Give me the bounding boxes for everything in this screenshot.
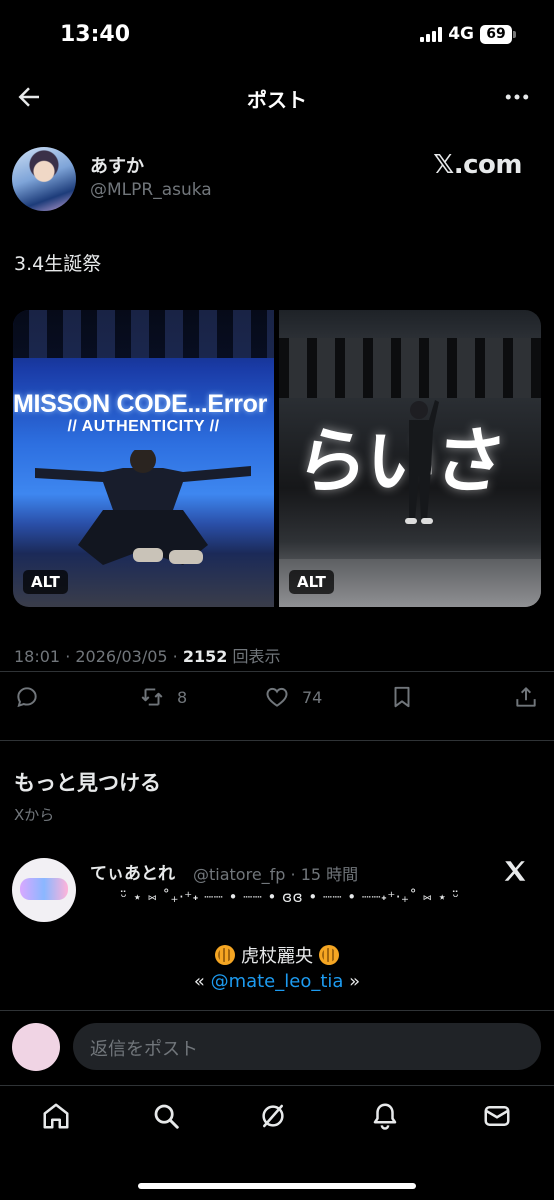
bookmark-button[interactable]	[389, 684, 415, 710]
alt-badge-1[interactable]: ALT	[23, 570, 68, 594]
post-media: MISSON CODE...Error // AUTHENTICITY // A…	[13, 310, 541, 607]
discover-subtitle: Xから	[14, 806, 55, 824]
x-logo-icon	[504, 861, 526, 881]
status-time: 13:40	[60, 22, 131, 47]
author-handle[interactable]: @MLPR_asuka	[90, 180, 212, 200]
search-icon[interactable]	[151, 1101, 181, 1131]
person-standing-figure	[405, 400, 439, 524]
repost-icon	[141, 688, 163, 706]
status-right: 4G 69	[420, 24, 516, 44]
home-icon[interactable]	[41, 1101, 71, 1131]
like-button[interactable]: 74	[264, 684, 322, 710]
network-type: 4G	[448, 24, 474, 44]
notifications-bell-icon[interactable]	[370, 1101, 400, 1131]
page-title: ポスト	[247, 88, 307, 112]
view-count: 2152	[182, 647, 228, 666]
repost-count: 8	[177, 687, 188, 707]
post-actions: 8 74	[0, 684, 554, 720]
reply-icon	[17, 687, 37, 708]
tiger-emoji-icon	[215, 945, 236, 965]
tiger-emoji-icon	[318, 945, 339, 965]
recommended-line-1: 虎杖麗央	[0, 942, 554, 968]
like-count: 74	[302, 687, 323, 707]
alt-badge-2[interactable]: ALT	[289, 570, 334, 594]
top-header: ポスト	[0, 70, 554, 126]
author-name[interactable]: あすか	[90, 152, 144, 178]
recommended-line-2: « @mate_leo_tia »	[0, 971, 554, 992]
recommended-avatar[interactable]	[12, 858, 76, 922]
post-photo-2[interactable]: らいさ ALT	[279, 310, 541, 607]
x-com-watermark: 𝕏.com	[433, 150, 522, 180]
bracket-open: «	[193, 971, 211, 992]
divider	[0, 671, 554, 672]
status-bar: 13:40 4G 69	[0, 0, 554, 70]
person-sitting-figure	[35, 450, 251, 565]
my-avatar	[12, 1023, 60, 1071]
photo-banner-title: MISSON CODE...Error	[13, 390, 268, 418]
post-text: 3.4生誕祭	[14, 253, 102, 275]
photo-banner-subtitle: // AUTHENTICITY //	[67, 418, 220, 435]
view-label: 回表示	[227, 647, 281, 666]
grok-icon[interactable]	[258, 1101, 288, 1131]
messages-icon[interactable]	[482, 1101, 512, 1131]
mention-link[interactable]: @mate_leo_tia	[211, 971, 344, 992]
recommended-author-name[interactable]: てぃあとれ	[90, 859, 175, 884]
reply-input[interactable]: 返信をポスト	[73, 1023, 541, 1070]
divider	[0, 740, 554, 741]
recommended-author-handle[interactable]: @tiatore_fp · 15 時間	[193, 861, 358, 885]
recommended-line-1-text: 虎杖麗央	[241, 946, 313, 967]
post-meta: 18:01 · 2026/03/05 · 2152 回表示	[14, 643, 280, 667]
more-options-icon[interactable]	[502, 82, 532, 112]
author-avatar[interactable]	[12, 147, 76, 211]
heart-icon	[266, 687, 288, 707]
post-timestamp: 18:01 · 2026/03/05 ·	[14, 647, 183, 666]
discover-title: もっと見つける	[14, 771, 161, 795]
repost-button[interactable]: 8	[139, 684, 187, 710]
reply-button[interactable]	[14, 684, 40, 710]
battery-level: 69	[480, 24, 512, 44]
bracket-close: »	[343, 971, 361, 992]
signal-icon	[420, 26, 443, 42]
post-photo-1[interactable]: MISSON CODE...Error // AUTHENTICITY // A…	[13, 310, 274, 607]
share-icon	[516, 687, 536, 707]
recommended-decoration: ᵕ̈ ⋆ ⑅ ˚₊‧⁺˖ ┈┈ • ┈┈ • ɞɞ • ┈┈ • ┈┈˖⁺‧₊˚…	[120, 888, 460, 906]
bookmark-icon	[394, 686, 410, 708]
home-indicator	[138, 1183, 416, 1189]
share-button[interactable]	[513, 684, 539, 710]
battery-icon: 69	[480, 24, 516, 44]
